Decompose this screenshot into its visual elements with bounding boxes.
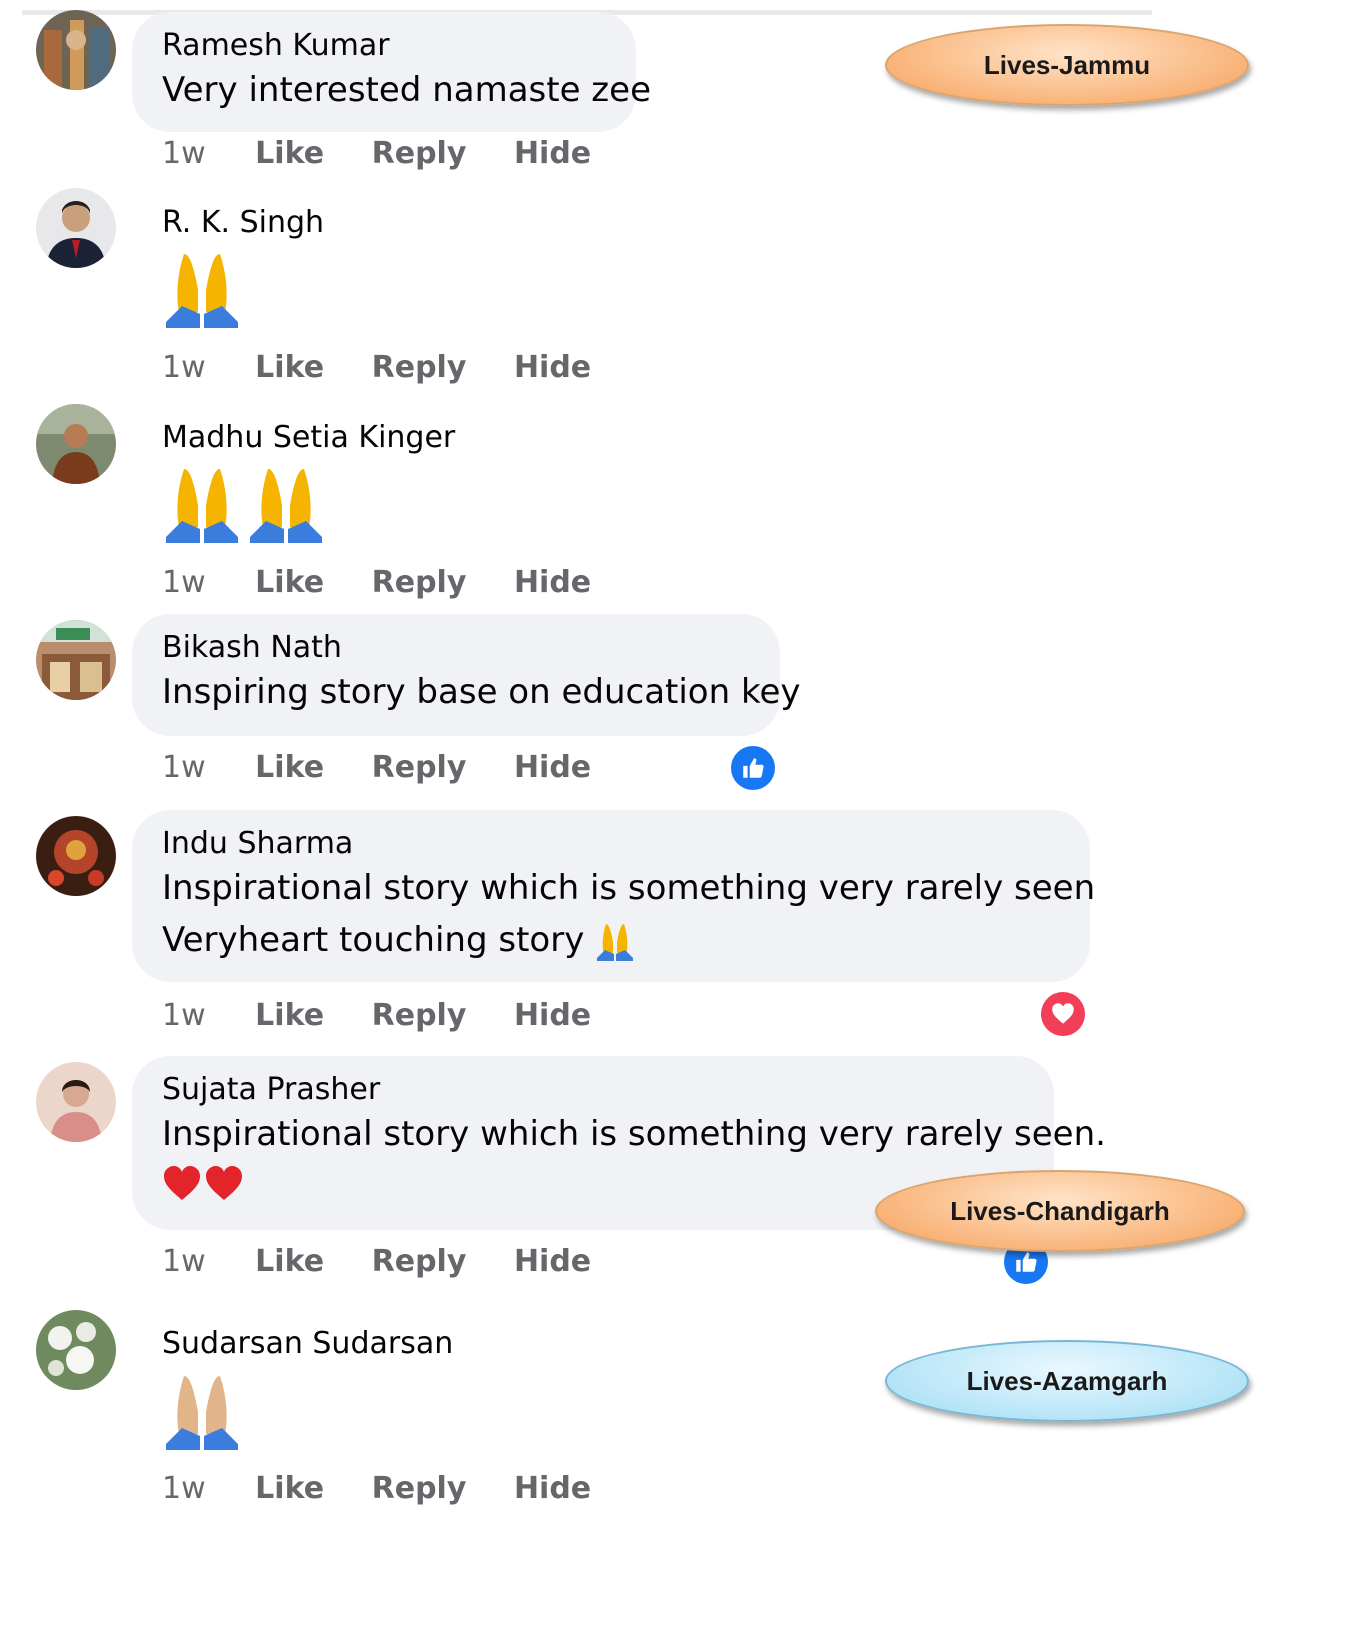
avatar[interactable] xyxy=(36,620,116,700)
comment-author[interactable]: Sudarsan Sudarsan xyxy=(162,1326,453,1362)
comment-actions: 1w Like Reply Hide xyxy=(162,998,629,1033)
comment-time[interactable]: 1w xyxy=(162,565,206,600)
hide-button[interactable]: Hide xyxy=(514,565,591,600)
comment-bubble: Indu Sharma Inspirational story which is… xyxy=(132,810,1096,982)
reply-button[interactable]: Reply xyxy=(372,750,467,785)
comment-author[interactable]: Ramesh Kumar xyxy=(162,28,606,64)
comment-actions: 1w Like Reply Hide xyxy=(162,565,629,600)
location-tag: Lives-Jammu xyxy=(885,24,1249,106)
pray-emoji xyxy=(162,250,242,334)
avatar[interactable] xyxy=(36,816,116,896)
hide-button[interactable]: Hide xyxy=(514,750,591,785)
like-button[interactable]: Like xyxy=(255,750,324,785)
pray-emoji xyxy=(162,1372,242,1456)
location-tag: Lives-Azamgarh xyxy=(885,1340,1249,1422)
like-button[interactable]: Like xyxy=(255,565,324,600)
avatar[interactable] xyxy=(36,1062,116,1142)
comment-actions: 1w Like Reply Hide xyxy=(162,350,629,385)
comment-author[interactable]: Madhu Setia Kinger xyxy=(162,420,455,456)
comment-time[interactable]: 1w xyxy=(162,136,206,171)
reply-button[interactable]: Reply xyxy=(372,1244,467,1279)
avatar[interactable] xyxy=(36,1310,116,1390)
reply-button[interactable]: Reply xyxy=(372,350,467,385)
comment-actions: 1w Like Reply Hide xyxy=(162,750,629,785)
avatar[interactable] xyxy=(36,404,116,484)
like-reaction-icon[interactable] xyxy=(731,746,775,790)
pray-emoji xyxy=(595,922,635,962)
comment-text: Veryheart touching story xyxy=(162,920,585,960)
hide-button[interactable]: Hide xyxy=(514,998,591,1033)
comment-author[interactable]: Indu Sharma xyxy=(162,826,1060,862)
like-button[interactable]: Like xyxy=(255,1471,324,1506)
hide-button[interactable]: Hide xyxy=(514,1244,591,1279)
like-button[interactable]: Like xyxy=(255,998,324,1033)
comment-text-line-1: Inspirational story which is something v… xyxy=(162,868,1096,908)
comment-actions: 1w Like Reply Hide xyxy=(162,136,629,171)
reply-button[interactable]: Reply xyxy=(372,998,467,1033)
comment-author[interactable]: R. K. Singh xyxy=(162,205,324,241)
comment-bubble: Bikash Nath Inspiring story base on educ… xyxy=(132,614,801,736)
comment-actions: 1w Like Reply Hide xyxy=(162,1471,629,1506)
comment-text: Inspiring story base on education key xyxy=(162,672,801,712)
comment-time[interactable]: 1w xyxy=(162,350,206,385)
comment-actions: 1w Like Reply Hide xyxy=(162,1244,629,1279)
like-button[interactable]: Like xyxy=(255,136,324,171)
comment-author[interactable]: Bikash Nath xyxy=(162,630,750,666)
hide-button[interactable]: Hide xyxy=(514,136,591,171)
comment-time[interactable]: 1w xyxy=(162,1471,206,1506)
comment-time[interactable]: 1w xyxy=(162,1244,206,1279)
reply-button[interactable]: Reply xyxy=(372,136,467,171)
comment-time[interactable]: 1w xyxy=(162,750,206,785)
like-button[interactable]: Like xyxy=(255,350,324,385)
hide-button[interactable]: Hide xyxy=(514,1471,591,1506)
reply-button[interactable]: Reply xyxy=(372,1471,467,1506)
reply-button[interactable]: Reply xyxy=(372,565,467,600)
comment-text-line-2: Veryheart touching story xyxy=(162,914,1060,966)
location-tag: Lives-Chandigarh xyxy=(875,1170,1245,1252)
comment-text: Very interested namaste zee xyxy=(162,70,651,110)
hide-button[interactable]: Hide xyxy=(514,350,591,385)
comment-text: Inspirational story which is something v… xyxy=(162,1114,1106,1154)
comment-author[interactable]: Sujata Prasher xyxy=(162,1072,1024,1108)
like-button[interactable]: Like xyxy=(255,1244,324,1279)
comment-bubble: Ramesh Kumar Very interested namaste zee xyxy=(132,12,651,132)
avatar[interactable] xyxy=(36,10,116,90)
comment-time[interactable]: 1w xyxy=(162,998,206,1033)
love-reaction-icon[interactable] xyxy=(1041,992,1085,1036)
avatar[interactable] xyxy=(36,188,116,268)
pray-emoji-pair xyxy=(162,465,326,549)
